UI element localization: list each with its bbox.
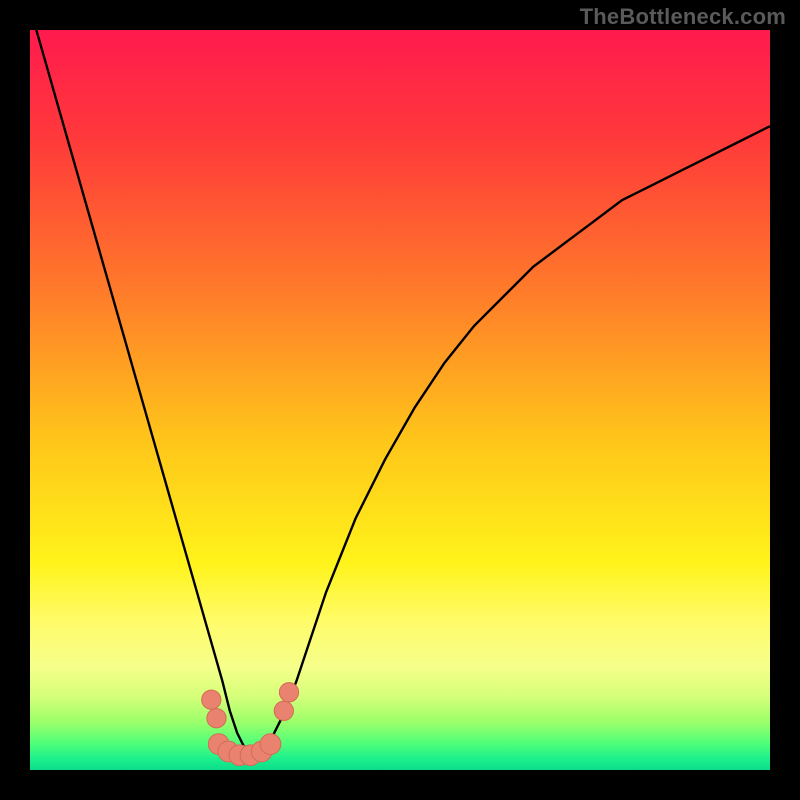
curve-layer bbox=[30, 30, 770, 770]
curve-marker bbox=[202, 690, 221, 709]
curve-marker bbox=[260, 734, 281, 755]
curve-marker bbox=[274, 701, 293, 720]
plot-area bbox=[30, 30, 770, 770]
watermark-text: TheBottleneck.com bbox=[580, 4, 786, 30]
curve-marker bbox=[279, 683, 298, 702]
bottleneck-curve bbox=[30, 30, 770, 755]
chart-stage: TheBottleneck.com bbox=[0, 0, 800, 800]
curve-marker bbox=[207, 709, 226, 728]
curve-markers bbox=[202, 683, 299, 766]
